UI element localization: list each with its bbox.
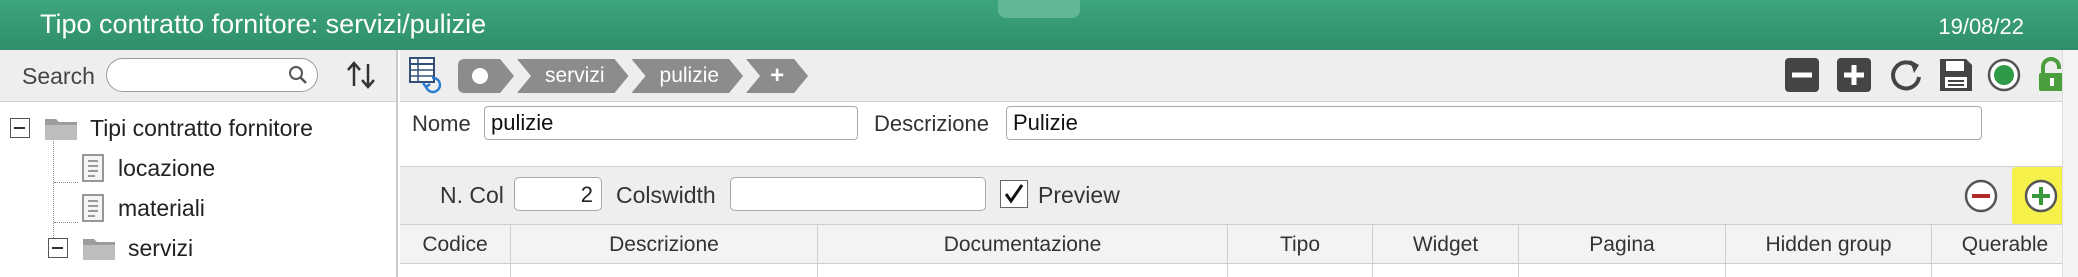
descrizione-label: Descrizione bbox=[874, 111, 989, 136]
preview-checkbox[interactable] bbox=[1000, 180, 1028, 208]
collapse-icon[interactable] bbox=[48, 238, 68, 258]
root-dot-icon bbox=[472, 68, 488, 84]
search-icon[interactable] bbox=[287, 64, 309, 86]
minus-icon[interactable] bbox=[1784, 57, 1820, 93]
record-toolbar: servizi pulizie + bbox=[400, 50, 2078, 102]
column-header[interactable]: Codice bbox=[400, 225, 510, 265]
column-header[interactable]: Hidden group bbox=[1725, 225, 1931, 265]
column-header[interactable]: Querable bbox=[1931, 225, 2078, 265]
tree-item-locazione[interactable]: locazione bbox=[82, 148, 215, 188]
column-header[interactable]: Tipo bbox=[1227, 225, 1372, 265]
vertical-scrollbar[interactable] bbox=[2062, 50, 2078, 277]
window-title: Tipo contratto fornitore: servizi/pulizi… bbox=[40, 9, 487, 39]
tree-item-tipi-contratto-fornitore[interactable]: Tipi contratto fornitore bbox=[10, 108, 313, 148]
nome-field[interactable]: pulizie bbox=[484, 106, 858, 140]
tree-item-servizi[interactable]: servizi bbox=[48, 228, 193, 268]
tree-item-label: materiali bbox=[118, 194, 205, 221]
current-date: 19/08/22 bbox=[1938, 14, 2024, 39]
descrizione-field[interactable]: Pulizie bbox=[1006, 106, 1982, 140]
add-column-icon[interactable] bbox=[2024, 179, 2058, 213]
tree-view: Tipi contratto fornitore locazione mater… bbox=[0, 102, 396, 277]
nome-label: Nome bbox=[412, 111, 471, 136]
search-input[interactable] bbox=[106, 58, 318, 92]
search-field[interactable] bbox=[119, 59, 289, 89]
search-label: Search bbox=[22, 63, 95, 89]
collapse-icon[interactable] bbox=[10, 118, 30, 138]
breadcrumb-item[interactable]: pulizie bbox=[632, 59, 744, 93]
columns-table-body bbox=[400, 264, 2078, 277]
tree-item-label: Tipi contratto fornitore bbox=[90, 114, 313, 141]
column-header[interactable]: Descrizione bbox=[510, 225, 817, 265]
checkmark-icon bbox=[1004, 184, 1024, 204]
breadcrumb: servizi pulizie + bbox=[458, 59, 811, 93]
record-form: Nome pulizie Descrizione Pulizie bbox=[400, 102, 2078, 164]
drag-handle[interactable] bbox=[998, 0, 1080, 18]
breadcrumb-add[interactable]: + bbox=[746, 59, 808, 93]
folder-icon bbox=[45, 119, 77, 140]
tree-item-label: locazione bbox=[118, 154, 216, 181]
tree-item-label: servizi bbox=[128, 234, 194, 261]
status-dot-icon[interactable] bbox=[1986, 57, 2022, 93]
save-icon[interactable] bbox=[1938, 57, 1974, 93]
columns-table-header: Codice Descrizione Documentazione Tipo W… bbox=[400, 224, 2078, 265]
breadcrumb-item[interactable]: servizi bbox=[517, 59, 629, 93]
sort-icon[interactable] bbox=[344, 58, 378, 92]
tree-item-materiali[interactable]: materiali bbox=[82, 188, 205, 228]
column-header[interactable]: Documentazione bbox=[817, 225, 1227, 265]
ncol-field[interactable]: 2 bbox=[514, 177, 602, 211]
document-icon bbox=[82, 154, 104, 182]
folder-icon bbox=[83, 239, 115, 260]
colswidth-field[interactable] bbox=[730, 177, 986, 211]
title-bar: Tipo contratto fornitore: servizi/pulizi… bbox=[0, 0, 2078, 50]
refresh-icon[interactable] bbox=[1888, 57, 1924, 93]
search-bar: Search bbox=[0, 50, 396, 102]
breadcrumb-root[interactable] bbox=[458, 59, 514, 93]
column-header[interactable]: Pagina bbox=[1518, 225, 1725, 265]
plus-icon[interactable] bbox=[1836, 57, 1872, 93]
document-icon bbox=[82, 194, 104, 222]
column-header[interactable]: Widget bbox=[1372, 225, 1518, 265]
grid-icon[interactable] bbox=[408, 56, 442, 94]
ncol-label: N. Col bbox=[440, 182, 504, 208]
preview-label: Preview bbox=[1038, 182, 1120, 208]
tree-panel: Search Tipi contratto fornitore locazion… bbox=[0, 50, 398, 277]
colswidth-label: Colswidth bbox=[616, 182, 716, 208]
grid-config-bar: N. Col 2 Colswidth Preview bbox=[400, 166, 2078, 225]
remove-column-icon[interactable] bbox=[1964, 179, 1998, 213]
